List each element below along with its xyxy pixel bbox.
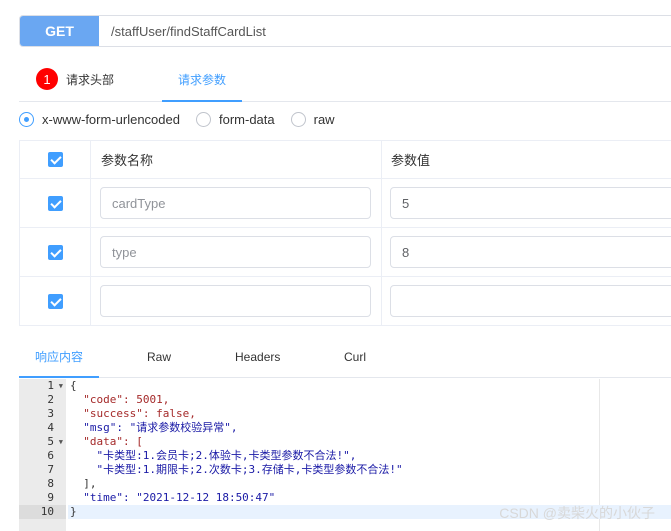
radio-raw[interactable]: raw [290, 112, 335, 127]
line-number: 8 [47, 477, 54, 490]
code-line: "data": [ [70, 435, 143, 448]
response-code: { "code": 5001, "success": false, "msg":… [68, 379, 671, 519]
code-line: "success": false, [70, 407, 196, 420]
radio-form-data[interactable]: form-data [195, 112, 275, 127]
col-header-value: 参数值 [391, 153, 431, 168]
line-number: 7 [47, 463, 54, 476]
params-table: 参数名称 参数值 cardType 5 type 8 [19, 140, 671, 326]
param-value-input[interactable]: 5 [390, 187, 671, 219]
line-number: 9 [47, 491, 54, 504]
radio-checked-icon [19, 112, 34, 127]
radio-urlencoded-label: x-www-form-urlencoded [42, 112, 180, 127]
radio-unchecked-icon [290, 112, 306, 127]
headers-count-badge: 1 [36, 68, 58, 90]
tab-response-content[interactable]: 响应内容 [19, 336, 100, 378]
code-line: "msg": "请求参数校验异常", [70, 421, 238, 434]
tab-headers[interactable]: Headers [235, 336, 280, 378]
method-button[interactable]: GET [20, 16, 99, 46]
table-row: cardType 5 [20, 179, 671, 228]
line-number: 3 [47, 407, 54, 420]
row-checkbox[interactable] [47, 244, 63, 260]
tab-request-params[interactable]: 请求参数 [162, 58, 242, 102]
row-checkbox[interactable] [47, 294, 63, 309]
col-header-name: 参数名称 [101, 153, 154, 168]
line-number: 4 [47, 421, 54, 434]
radio-raw-label: raw [313, 112, 335, 127]
tab-curl[interactable]: Curl [344, 336, 366, 378]
request-tabs: 1 请求头部 请求参数 [19, 58, 671, 102]
code-line: "卡类型:1.会员卡;2.体验卡,卡类型参数不合法!", [70, 449, 357, 462]
fold-arrow-icon[interactable]: ▼ [59, 435, 63, 449]
url-input[interactable]: /staffUser/findStaffCardList [99, 16, 671, 46]
table-row: type 8 [20, 228, 671, 277]
radio-unchecked-icon [195, 112, 211, 127]
tab-request-headers-label: 请求头部 [66, 72, 115, 87]
param-value-input[interactable] [390, 285, 671, 317]
line-number: 2 [47, 393, 54, 406]
tab-raw[interactable]: Raw [147, 336, 171, 378]
response-tabs: 响应内容 Raw Headers Curl [19, 336, 671, 378]
request-bar: GET /staffUser/findStaffCardList [19, 15, 671, 47]
param-name-input[interactable] [100, 285, 371, 317]
code-line: ], [70, 477, 97, 490]
table-row [20, 277, 671, 326]
line-number-gutter: 1 ▼ 2 3 4 5 ▼ 6 7 8 9 10 [19, 379, 66, 531]
watermark: CSDN @卖柴火的小伙子 [499, 505, 655, 521]
radio-urlencoded[interactable]: x-www-form-urlencoded [19, 112, 180, 127]
param-name-input[interactable]: type [100, 236, 371, 268]
body-type-radio-group: x-www-form-urlencoded form-data raw [19, 112, 351, 127]
line-number: 5 ▼ [47, 435, 63, 449]
tab-request-headers[interactable]: 1 请求头部 [36, 68, 114, 90]
line-number: 1 ▼ [47, 379, 63, 393]
fold-arrow-icon[interactable]: ▼ [59, 379, 63, 393]
param-value-input[interactable]: 8 [390, 236, 671, 268]
row-checkbox[interactable] [47, 195, 63, 211]
param-name-input[interactable]: cardType [100, 187, 371, 219]
params-header-row: 参数名称 参数值 [20, 141, 671, 179]
code-line: "code": 5001, [70, 393, 170, 406]
code-line: { [70, 379, 77, 392]
line-number: 10 [19, 505, 66, 519]
code-line: "卡类型:1.期限卡;2.次数卡;3.存储卡,卡类型参数不合法!" [70, 463, 403, 476]
line-number: 6 [47, 449, 54, 462]
radio-form-data-label: form-data [218, 112, 275, 127]
select-all-checkbox[interactable] [47, 152, 63, 167]
